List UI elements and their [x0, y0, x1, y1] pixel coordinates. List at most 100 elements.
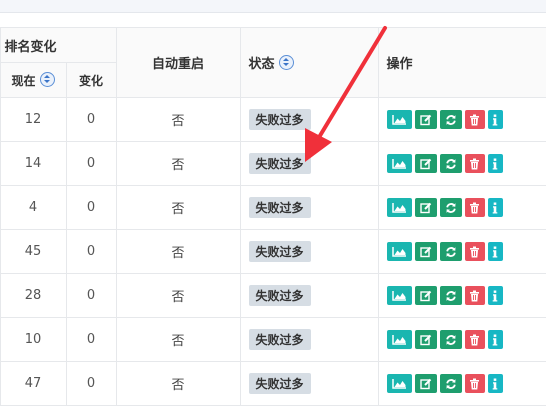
delete-icon [469, 378, 480, 390]
edit-icon [419, 158, 432, 170]
auto-restart-cell: 否 [115, 317, 241, 362]
edit-button[interactable] [414, 154, 437, 173]
change-label: 变化 [79, 73, 104, 88]
delete-button[interactable] [464, 198, 485, 217]
delete-button[interactable] [464, 286, 485, 305]
info-button[interactable] [487, 374, 503, 393]
auto-restart-label: 自动重启 [152, 57, 205, 72]
now-cell: 12 [0, 97, 67, 142]
delete-icon [469, 246, 480, 258]
edit-button[interactable] [414, 330, 437, 349]
operations-cell [377, 273, 546, 318]
status-label: 状态 [248, 57, 275, 72]
info-button[interactable] [487, 110, 503, 129]
edit-icon [419, 202, 432, 214]
chart-icon [391, 202, 407, 213]
chart-button[interactable] [386, 242, 412, 261]
info-button[interactable] [487, 286, 503, 305]
operations-cell [377, 361, 546, 406]
change-cell: 0 [65, 229, 117, 274]
change-cell: 0 [65, 361, 117, 406]
edit-button[interactable] [414, 242, 437, 261]
chart-button[interactable] [386, 110, 412, 129]
change-header: 变化 [65, 62, 117, 98]
delete-icon [469, 114, 480, 126]
info-icon [492, 202, 498, 214]
info-button[interactable] [487, 242, 503, 261]
status-badge: 失败过多 [248, 241, 311, 262]
operations-cell [377, 229, 546, 274]
chart-button[interactable] [386, 198, 412, 217]
chart-icon [391, 246, 407, 257]
auto-restart-cell: 否 [115, 273, 241, 318]
auto-restart-cell: 否 [115, 361, 241, 406]
task-table: 排名变化 自动重启 状态 操作 现在 变化 12 0 否失败过多 14 0 否失败过多 4 0… [0, 27, 546, 406]
operations-label: 操作 [386, 57, 413, 72]
edit-icon [419, 334, 432, 346]
edit-icon [419, 114, 432, 126]
info-button[interactable] [487, 198, 503, 217]
operations-cell [377, 317, 546, 362]
chart-button[interactable] [386, 286, 412, 305]
change-cell: 0 [65, 317, 117, 362]
chart-icon [391, 290, 407, 301]
status-cell: 失败过多 [239, 273, 379, 318]
table-row: 45 0 否失败过多 [0, 229, 546, 274]
delete-button[interactable] [464, 374, 485, 393]
refresh-button[interactable] [439, 286, 462, 305]
delete-button[interactable] [464, 242, 485, 261]
table-row: 10 0 否失败过多 [0, 317, 546, 362]
status-cell: 失败过多 [239, 141, 379, 186]
now-cell: 14 [0, 141, 67, 186]
change-cell: 0 [65, 141, 117, 186]
now-cell: 28 [0, 273, 67, 318]
now-cell: 45 [0, 229, 67, 274]
edit-button[interactable] [414, 374, 437, 393]
refresh-button[interactable] [439, 198, 462, 217]
status-cell: 失败过多 [239, 361, 379, 406]
info-icon [492, 246, 498, 258]
refresh-button[interactable] [439, 242, 462, 261]
chart-icon [391, 114, 407, 125]
auto-restart-cell: 否 [115, 229, 241, 274]
operations-cell [377, 185, 546, 230]
edit-icon [419, 378, 432, 390]
edit-button[interactable] [414, 110, 437, 129]
operations-cell [377, 97, 546, 142]
status-badge: 失败过多 [248, 329, 311, 350]
delete-button[interactable] [464, 154, 485, 173]
sort-icon[interactable] [278, 55, 294, 70]
status-badge: 失败过多 [248, 285, 311, 306]
info-icon [492, 158, 498, 170]
chart-button[interactable] [386, 154, 412, 173]
rank-change-label: 排名变化 [4, 39, 57, 55]
chart-button[interactable] [386, 374, 412, 393]
header-row-top: 排名变化 自动重启 状态 操作 [0, 27, 546, 98]
auto-restart-header: 自动重启 [115, 27, 241, 98]
status-cell: 失败过多 [239, 229, 379, 274]
now-header[interactable]: 现在 [0, 62, 67, 98]
status-cell: 失败过多 [239, 317, 379, 362]
edit-button[interactable] [414, 286, 437, 305]
edit-button[interactable] [414, 198, 437, 217]
sort-icon[interactable] [39, 71, 55, 87]
now-cell: 10 [0, 317, 67, 362]
info-button[interactable] [487, 330, 503, 349]
delete-button[interactable] [464, 330, 485, 349]
status-cell: 失败过多 [239, 97, 379, 142]
refresh-button[interactable] [439, 330, 462, 349]
delete-button[interactable] [464, 110, 485, 129]
delete-icon [469, 334, 480, 346]
refresh-button[interactable] [439, 374, 462, 393]
chart-icon [391, 158, 407, 169]
chart-button[interactable] [386, 330, 412, 349]
info-icon [492, 290, 498, 302]
edit-icon [419, 246, 432, 258]
status-header[interactable]: 状态 [239, 27, 379, 98]
refresh-icon [445, 114, 457, 126]
auto-restart-cell: 否 [115, 97, 241, 142]
refresh-button[interactable] [439, 154, 462, 173]
refresh-button[interactable] [439, 110, 462, 129]
refresh-icon [445, 334, 457, 346]
info-button[interactable] [487, 154, 503, 173]
